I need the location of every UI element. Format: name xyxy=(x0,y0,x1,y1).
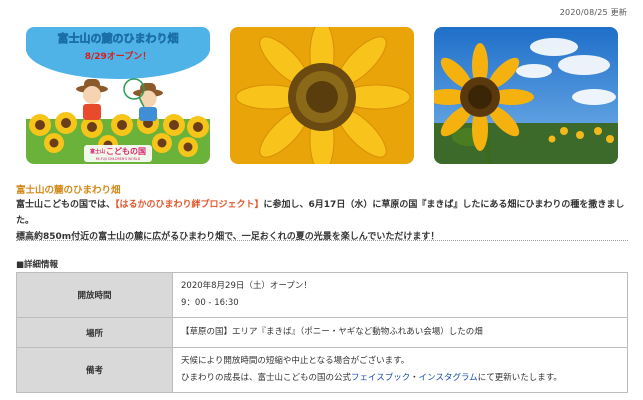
notes-value: 天候により開放時間の短縮や中止となる場合がございます。 ひまわりの成長は、富士山… xyxy=(172,347,628,393)
table-row: 場所 【草原の国】エリア『まきば』（ポニー・ヤギなど動物ふれあい会場）したの畑 xyxy=(16,317,628,348)
section-title: 富士山の麓のひまわり畑 xyxy=(16,185,121,196)
park-logo: 富士山 こどもの国 Mt.FUJI CHILDREN'S WORLD xyxy=(84,145,152,162)
intro-line-2: 標高約850m付近の富士山の麓に広がるひまわり畑で、一足おくれの夏の光景を楽しん… xyxy=(16,232,440,242)
details-table: 開放時間 2020年8月29日（土）オープン！ 9：00 - 16:30 場所 … xyxy=(16,272,628,393)
sunflower-closeup-photo[interactable] xyxy=(230,27,414,164)
svg-text:こどもの国: こどもの国 xyxy=(106,146,146,156)
svg-text:Mt.FUJI CHILDREN'S WORLD: Mt.FUJI CHILDREN'S WORLD xyxy=(96,157,141,161)
table-row: 備考 天候により開放時間の短縮や中止となる場合がございます。 ひまわりの成長は、… xyxy=(16,347,628,393)
poster-title: 富士山の麓のひまわり畑 xyxy=(58,31,179,45)
hours-value: 2020年8月29日（土）オープン！ 9：00 - 16:30 xyxy=(172,272,628,318)
place-value: 【草原の国】エリア『まきば』（ポニー・ヤギなど動物ふれあい会場）したの畑 xyxy=(172,317,628,348)
updated-date: 2020/08/25 更新 xyxy=(559,8,627,17)
dotted-divider xyxy=(16,240,628,241)
intro-line-1: 富士山こどもの国では、【はるかのひまわり絆プロジェクト】に参加し、6月17日（水… xyxy=(16,200,625,226)
intro-text: 富士山こどもの国では、【はるかのひまわり絆プロジェクト】に参加し、6月17日（水… xyxy=(16,197,631,245)
instagram-link[interactable]: インスタグラム xyxy=(419,373,478,383)
facebook-link[interactable]: フェイスブック xyxy=(351,373,410,383)
poster-image[interactable]: 富士山の麓のひまわり畑 8/29オープン！ 富士山 こどもの国 Mt.FUJI … xyxy=(26,27,210,164)
table-row: 開放時間 2020年8月29日（土）オープン！ 9：00 - 16:30 xyxy=(16,272,628,318)
photo-gallery: 富士山の麓のひまわり畑 8/29オープン！ 富士山 こどもの国 Mt.FUJI … xyxy=(26,27,620,164)
details-heading: ■詳細情報 xyxy=(16,260,59,270)
svg-text:富士山: 富士山 xyxy=(90,148,105,155)
project-name-highlight: 【はるかのひまわり絆プロジェクト】 xyxy=(115,200,264,210)
notes-label: 備考 xyxy=(16,347,173,393)
place-label: 場所 xyxy=(16,317,173,348)
sunflower-field-photo[interactable] xyxy=(434,27,618,164)
hours-label: 開放時間 xyxy=(16,272,173,318)
poster-subtitle: 8/29オープン！ xyxy=(85,50,152,62)
